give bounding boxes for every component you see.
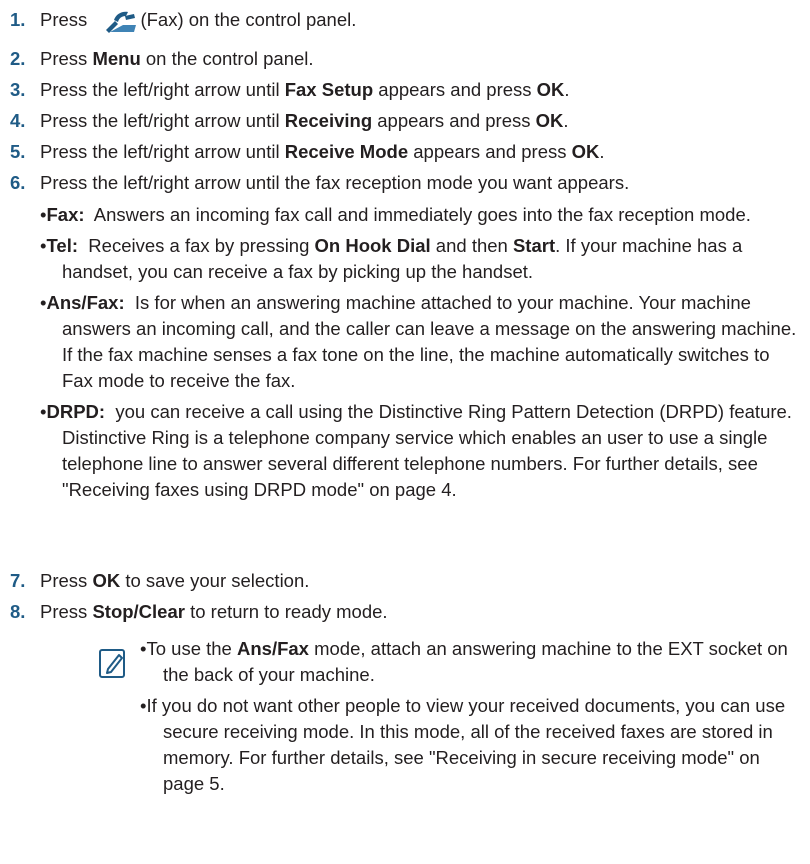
mode-term: Fax: <box>46 204 85 225</box>
key-label: On Hook Dial <box>314 235 431 256</box>
key-label: Stop/Clear <box>92 601 185 622</box>
step-text: to return to ready mode. <box>184 601 388 622</box>
key-label: OK <box>535 110 564 131</box>
step-number: 5. <box>10 141 26 162</box>
step-text: on the control panel. <box>140 48 314 69</box>
note-pencil-icon <box>98 648 128 687</box>
step-number: 3. <box>10 79 26 100</box>
step-text: to save your selection. <box>120 570 310 591</box>
mode-item-tel: •Tel: Receives a fax by pressing On Hook… <box>40 235 743 282</box>
step-text: Press the left/right arrow until <box>40 79 285 100</box>
document-page: 1. Press (Fax) on the control panel. 2. … <box>0 0 810 864</box>
step-number: 4. <box>10 110 26 131</box>
menu-label: Receive Mode <box>284 141 409 162</box>
step-number: 7. <box>10 570 26 591</box>
mode-item-drpd: •DRPD: you can receive a call using the … <box>40 401 792 500</box>
step-text: Press <box>40 9 93 30</box>
step-text: appears and press <box>408 141 572 162</box>
step-text: Press the left/right arrow until <box>40 110 285 131</box>
mode-item-ans-fax: •Ans/Fax: Is for when an answering machi… <box>40 292 797 391</box>
fax-icon <box>102 8 138 41</box>
note-list: •To use the Ans/Fax mode, attach an answ… <box>140 636 800 802</box>
step-text: Press <box>40 570 93 591</box>
note-item: •If you do not want other people to view… <box>140 695 786 794</box>
step-text: . <box>563 110 569 131</box>
mode-description: and then <box>430 235 513 256</box>
note-text: If you do not want other people to view … <box>146 695 786 794</box>
step-number: 6. <box>10 172 26 193</box>
step-number: 1. <box>10 9 26 30</box>
mode-term: DRPD: <box>46 401 106 422</box>
key-label: OK <box>92 570 121 591</box>
mode-term: Tel: <box>46 235 79 256</box>
step-text: appears and press <box>373 79 537 100</box>
key-label: Start <box>512 235 556 256</box>
step-text: . <box>564 79 570 100</box>
step-text: appears and press <box>372 110 536 131</box>
note-text: To use the <box>146 638 237 659</box>
key-label: OK <box>571 141 600 162</box>
mode-label: Ans/Fax <box>237 638 309 659</box>
mode-item-fax: •Fax: Answers an incoming fax call and i… <box>40 204 751 225</box>
mode-description: Answers an incoming fax call and immedia… <box>93 204 751 225</box>
step-text: Press <box>40 48 93 69</box>
step-text: (Fax) on the control panel. <box>140 9 357 30</box>
key-label: OK <box>536 79 565 100</box>
menu-label: Receiving <box>284 110 373 131</box>
step-text: Press <box>40 601 93 622</box>
note-item: •To use the Ans/Fax mode, attach an answ… <box>140 638 788 685</box>
step-number: 2. <box>10 48 26 69</box>
step-text: Press the left/right arrow until the fax… <box>40 172 630 193</box>
mode-list: •Fax: Answers an incoming fax call and i… <box>40 202 800 508</box>
mode-description: Receives a fax by pressing <box>88 235 315 256</box>
mode-description: Is for when an answering machine attache… <box>62 292 797 391</box>
mode-term: Ans/Fax: <box>46 292 125 313</box>
key-label: Menu <box>92 48 141 69</box>
mode-description: you can receive a call using the Distinc… <box>62 401 792 500</box>
step-text: . <box>599 141 605 162</box>
menu-label: Fax Setup <box>284 79 374 100</box>
step-text: Press the left/right arrow until <box>40 141 285 162</box>
step-number: 8. <box>10 601 26 622</box>
